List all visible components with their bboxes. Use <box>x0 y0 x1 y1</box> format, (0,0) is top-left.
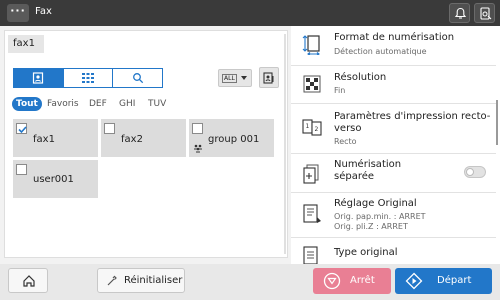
tab-direct-input[interactable] <box>64 69 114 87</box>
stop-button[interactable]: Arrêt <box>313 268 391 294</box>
setting-duplex[interactable]: 12 Paramètres d'impression recto-verso R… <box>291 104 496 154</box>
keypad-icon <box>82 73 94 83</box>
device-status-icon[interactable] <box>474 3 495 23</box>
entry-label: user001 <box>33 174 74 185</box>
home-button[interactable] <box>8 268 48 293</box>
address-filter-dropdown[interactable]: ALL <box>218 69 252 87</box>
address-detail-button[interactable] <box>259 67 279 88</box>
app-title: Fax <box>35 6 52 17</box>
start-label: Départ <box>437 275 472 286</box>
separate-scan-icon <box>303 164 319 184</box>
top-bar: ··· Fax <box>0 0 500 26</box>
setting-original[interactable]: Réglage Original Orig. pap.min. : ARRET … <box>291 193 496 238</box>
setting-value: Fin <box>334 86 346 95</box>
entry-label: fax1 <box>33 134 55 145</box>
filter-favoris[interactable]: Favoris <box>47 97 79 111</box>
duplex-icon: 12 <box>302 119 322 136</box>
search-icon <box>132 73 143 84</box>
original-type-icon <box>303 246 318 264</box>
setting-title: Paramètres d'impression recto-verso <box>334 111 491 134</box>
svg-text:2: 2 <box>315 126 319 133</box>
setting-value-1: Orig. pap.min. : ARRET <box>334 212 426 221</box>
stop-label: Arrêt <box>350 275 375 286</box>
setting-title: Numérisation séparée <box>334 159 402 182</box>
setting-title: Format de numérisation <box>334 32 455 43</box>
toggle-knob <box>466 168 474 176</box>
setting-scan-size[interactable]: Format de numérisation Détection automat… <box>291 26 496 66</box>
setting-title: Réglage Original <box>334 198 417 209</box>
filter-tuv[interactable]: TUV <box>148 97 166 111</box>
separate-scan-toggle[interactable] <box>464 166 486 178</box>
tab-search[interactable] <box>113 69 162 87</box>
setting-resolution[interactable]: Résolution Fin <box>291 66 496 104</box>
home-icon <box>23 275 35 287</box>
address-entry-fax1[interactable]: fax1 <box>13 119 98 157</box>
setting-title: Type original <box>334 247 398 258</box>
tab-address-book[interactable] <box>14 69 64 87</box>
setting-value: Détection automatique <box>334 47 427 56</box>
group-icon <box>194 144 202 153</box>
start-icon <box>405 272 423 290</box>
start-button[interactable]: Départ <box>395 268 492 294</box>
address-book-icon <box>33 72 44 84</box>
entry-checkbox[interactable] <box>104 123 115 134</box>
chevron-down-icon <box>241 76 247 80</box>
address-entry-fax2[interactable]: fax2 <box>101 119 186 157</box>
original-settings-icon <box>303 204 321 223</box>
setting-value-2: Orig. pli.Z : ARRET <box>334 222 408 231</box>
reset-button[interactable]: Réinitialiser <box>97 268 185 293</box>
setting-value: Recto <box>334 137 357 146</box>
entry-checkbox[interactable] <box>16 164 27 175</box>
filter-ghi[interactable]: GHI <box>119 97 135 111</box>
destination-field[interactable]: fax1 <box>8 35 44 53</box>
entry-label: group 001 <box>208 134 260 145</box>
scan-size-icon <box>302 35 320 55</box>
filter-tout[interactable]: Tout <box>12 97 42 111</box>
stop-icon <box>323 272 341 290</box>
address-entry-user001[interactable]: user001 <box>13 160 98 198</box>
entry-label: fax2 <box>121 134 143 145</box>
reset-icon <box>107 275 117 286</box>
menu-button[interactable]: ··· <box>7 4 29 22</box>
settings-panel: Format de numérisation Détection automat… <box>291 26 500 264</box>
address-search-tabs <box>13 68 163 88</box>
address-entry-group-001[interactable]: group 001 <box>189 119 274 157</box>
setting-title: Résolution <box>334 72 387 83</box>
checkmark-icon <box>18 126 27 134</box>
reset-label: Réinitialiser <box>124 275 183 286</box>
filter-dropdown-value: ALL <box>222 74 237 83</box>
setting-original-type[interactable]: Type original <box>291 238 496 264</box>
entry-checkbox[interactable] <box>192 123 203 134</box>
address-scrollbar[interactable] <box>284 34 286 254</box>
svg-text:1: 1 <box>306 123 310 130</box>
filter-def[interactable]: DEF <box>89 97 107 111</box>
entry-checkbox-checked[interactable] <box>16 123 27 134</box>
settings-scrollbar[interactable] <box>496 100 498 145</box>
notification-bell-icon[interactable] <box>449 3 470 23</box>
setting-separate-scan[interactable]: Numérisation séparée <box>291 154 496 193</box>
address-detail-icon <box>263 72 274 84</box>
resolution-icon <box>303 75 321 93</box>
